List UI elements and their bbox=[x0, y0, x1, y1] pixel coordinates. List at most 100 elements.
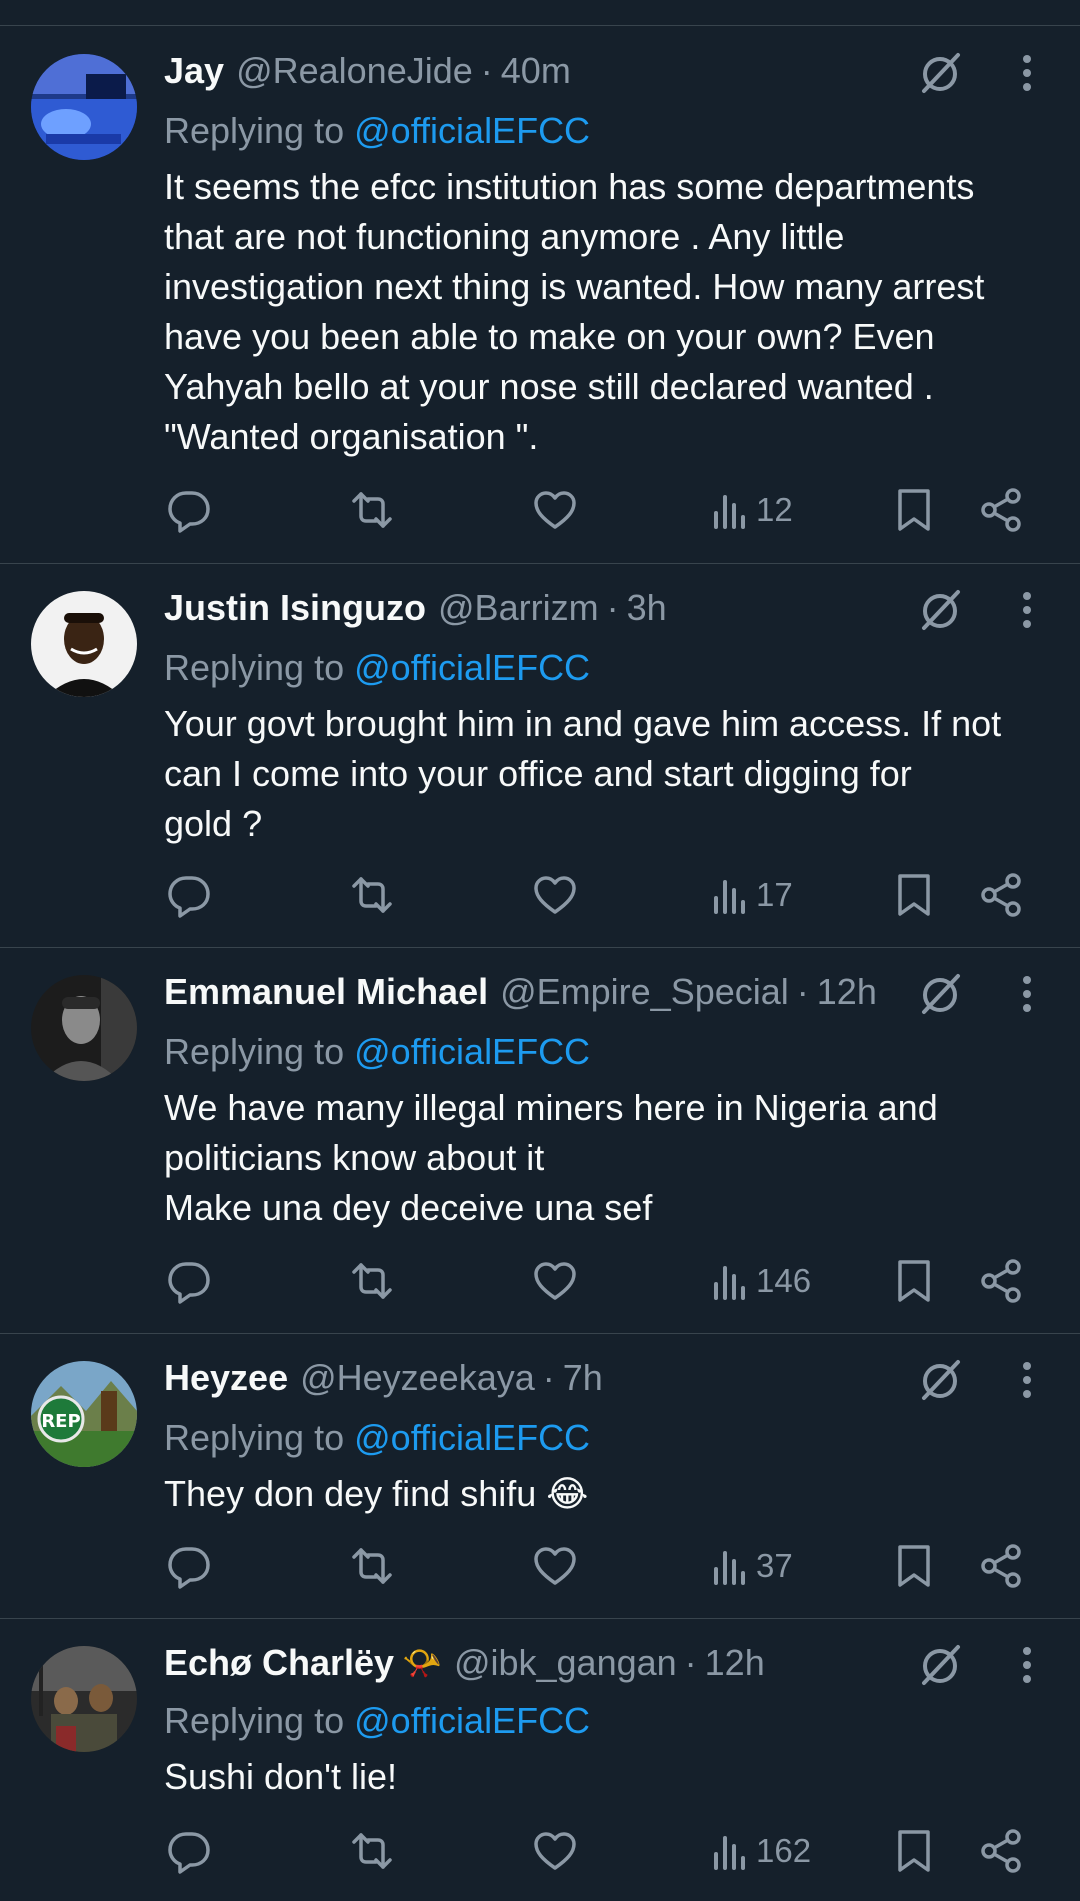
views-count: 17 bbox=[756, 876, 793, 913]
heart-icon bbox=[534, 491, 576, 529]
views-button[interactable]: 162 bbox=[712, 1827, 811, 1875]
more-options-icon[interactable] bbox=[1012, 1357, 1042, 1403]
share-button[interactable] bbox=[980, 871, 1024, 919]
tweet-actions: 17 bbox=[0, 865, 1080, 925]
retweet-button[interactable] bbox=[349, 1257, 395, 1305]
postal-horn-emoji: 📯 bbox=[402, 1645, 442, 1681]
replying-to: Replying to @officialEFCC bbox=[164, 1417, 590, 1459]
like-button[interactable] bbox=[532, 1257, 578, 1305]
bookmark-button[interactable] bbox=[894, 1827, 934, 1875]
like-button[interactable] bbox=[532, 871, 578, 919]
tweet-header: Heyzee @Heyzeekaya · 7h bbox=[164, 1355, 603, 1401]
tweet-text: They don dey find shifu 😂 bbox=[164, 1473, 589, 1514]
display-name[interactable]: Emmanuel Michael bbox=[164, 971, 488, 1013]
tweet-reply[interactable]: Echø Charlëy 📯 @ibk_gangan · 12h Replyin… bbox=[0, 1618, 1080, 1901]
retweet-button[interactable] bbox=[349, 871, 395, 919]
tweet-time[interactable]: 12h bbox=[705, 1642, 765, 1684]
tweet-reply[interactable]: Jay @RealoneJide · 40m Replying to @offi… bbox=[0, 26, 1080, 564]
retweet-icon bbox=[352, 877, 392, 913]
views-button[interactable]: 12 bbox=[712, 486, 793, 534]
separator-dot: · bbox=[796, 971, 809, 1012]
views-button[interactable]: 37 bbox=[712, 1542, 793, 1590]
grok-icon[interactable] bbox=[918, 587, 964, 633]
tweet-time[interactable]: 7h bbox=[563, 1357, 603, 1399]
retweet-button[interactable] bbox=[349, 1827, 395, 1875]
user-handle[interactable]: @RealoneJide bbox=[236, 50, 473, 92]
user-handle[interactable]: @Empire_Special bbox=[500, 971, 789, 1013]
mention-link[interactable]: @officialEFCC bbox=[354, 1031, 590, 1072]
share-button[interactable] bbox=[980, 1542, 1024, 1590]
display-name[interactable]: Echø Charlëy bbox=[164, 1642, 394, 1684]
separator-dot: · bbox=[480, 50, 493, 91]
user-avatar[interactable] bbox=[31, 1646, 137, 1752]
retweet-icon bbox=[352, 1548, 392, 1584]
retweet-button[interactable] bbox=[349, 486, 395, 534]
more-options-icon[interactable] bbox=[1012, 971, 1042, 1017]
replying-label: Replying to bbox=[164, 1031, 345, 1072]
grok-icon[interactable] bbox=[918, 50, 964, 96]
more-options-icon[interactable] bbox=[1012, 587, 1042, 633]
mention-link[interactable]: @officialEFCC bbox=[354, 110, 590, 151]
bookmark-button[interactable] bbox=[894, 1257, 934, 1305]
views-count: 37 bbox=[756, 1547, 793, 1584]
bookmark-icon bbox=[898, 1545, 930, 1587]
grok-icon[interactable] bbox=[918, 971, 964, 1017]
like-button[interactable] bbox=[532, 1542, 578, 1590]
separator-dot: · bbox=[684, 1642, 697, 1683]
tweet-text: Your govt brought him in and gave him ac… bbox=[164, 703, 1002, 844]
mention-link[interactable]: @officialEFCC bbox=[354, 1700, 590, 1741]
replying-label: Replying to bbox=[164, 1417, 345, 1458]
grok-icon[interactable] bbox=[918, 1642, 964, 1688]
reply-button[interactable] bbox=[166, 1827, 212, 1875]
replying-label: Replying to bbox=[164, 1700, 345, 1741]
tweet-reply[interactable]: REP Heyzee @Heyzeekaya · 7h Replying to … bbox=[0, 1333, 1080, 1619]
share-button[interactable] bbox=[980, 486, 1024, 534]
display-name[interactable]: Justin Isinguzo bbox=[164, 587, 426, 629]
tweet-header: Emmanuel Michael @Empire_Special · 12h bbox=[164, 969, 877, 1015]
heart-icon bbox=[534, 1832, 576, 1870]
user-avatar[interactable] bbox=[31, 591, 137, 697]
user-handle[interactable]: @Barrizm bbox=[438, 587, 599, 629]
rep-badge-text: REP bbox=[41, 1411, 80, 1432]
bookmark-button[interactable] bbox=[894, 871, 934, 919]
retweet-button[interactable] bbox=[349, 1542, 395, 1590]
views-button[interactable]: 17 bbox=[712, 871, 793, 919]
display-name[interactable]: Jay bbox=[164, 50, 224, 92]
display-name[interactable]: Heyzee bbox=[164, 1357, 288, 1399]
share-button[interactable] bbox=[980, 1827, 1024, 1875]
tweet-reply[interactable]: Justin Isinguzo @Barrizm · 3h Replying t… bbox=[0, 563, 1080, 948]
share-button[interactable] bbox=[980, 1257, 1024, 1305]
bookmark-button[interactable] bbox=[894, 486, 934, 534]
reply-icon bbox=[168, 1262, 210, 1304]
views-count: 162 bbox=[756, 1832, 812, 1869]
tweet-text: We have many illegal miners here in Nige… bbox=[164, 1087, 938, 1228]
tweet-time[interactable]: 3h bbox=[627, 587, 667, 629]
user-handle[interactable]: @Heyzeekaya bbox=[300, 1357, 535, 1399]
bookmark-button[interactable] bbox=[894, 1542, 934, 1590]
reply-button[interactable] bbox=[166, 1257, 212, 1305]
mention-link[interactable]: @officialEFCC bbox=[354, 647, 590, 688]
separator-dot: · bbox=[542, 1357, 555, 1398]
tweet-reply[interactable]: Emmanuel Michael @Empire_Special · 12h R… bbox=[0, 947, 1080, 1334]
reply-button[interactable] bbox=[166, 871, 212, 919]
tweet-time[interactable]: 12h bbox=[817, 971, 877, 1013]
like-button[interactable] bbox=[532, 1827, 578, 1875]
more-options-icon[interactable] bbox=[1012, 50, 1042, 96]
user-avatar[interactable] bbox=[31, 54, 137, 160]
user-handle[interactable]: @ibk_gangan bbox=[454, 1642, 677, 1684]
retweet-icon bbox=[352, 492, 392, 528]
more-options-icon[interactable] bbox=[1012, 1642, 1042, 1688]
user-avatar[interactable] bbox=[31, 975, 137, 1081]
heart-icon bbox=[534, 1262, 576, 1300]
views-button[interactable]: 146 bbox=[712, 1257, 811, 1305]
tweet-time[interactable]: 40m bbox=[501, 50, 571, 92]
grok-icon[interactable] bbox=[918, 1357, 964, 1403]
like-button[interactable] bbox=[532, 486, 578, 534]
reply-button[interactable] bbox=[166, 486, 212, 534]
share-icon bbox=[981, 1829, 1021, 1873]
user-avatar[interactable]: REP bbox=[31, 1361, 137, 1467]
views-icon bbox=[714, 1266, 745, 1300]
mention-link[interactable]: @officialEFCC bbox=[354, 1417, 590, 1458]
retweet-icon bbox=[352, 1833, 392, 1869]
reply-button[interactable] bbox=[166, 1542, 212, 1590]
